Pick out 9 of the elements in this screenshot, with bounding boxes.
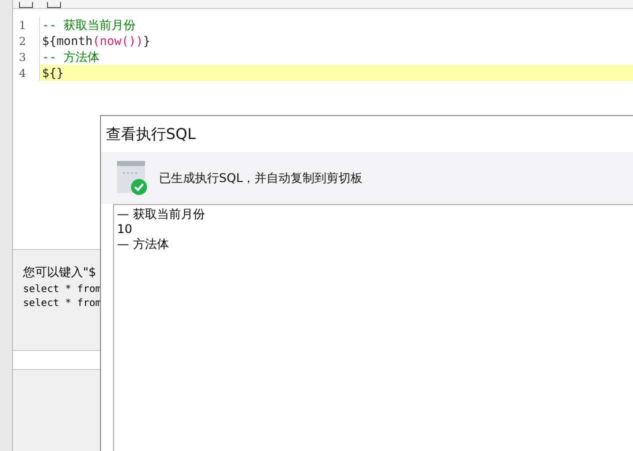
dialog-title: 查看执行SQL xyxy=(105,124,197,144)
line-number: 2 xyxy=(18,34,27,48)
line-number: 4 xyxy=(18,66,27,80)
code-line: ${month(now())} xyxy=(39,33,633,49)
line-number: 1 xyxy=(18,18,27,32)
hint-text: 您可以键入"$ xyxy=(23,264,98,281)
line-number: 3 xyxy=(18,50,27,64)
code-line: -- 获取当前月份 xyxy=(39,17,633,33)
status-message: 已生成执行SQL，并自动复制到剪切板 xyxy=(159,170,363,186)
